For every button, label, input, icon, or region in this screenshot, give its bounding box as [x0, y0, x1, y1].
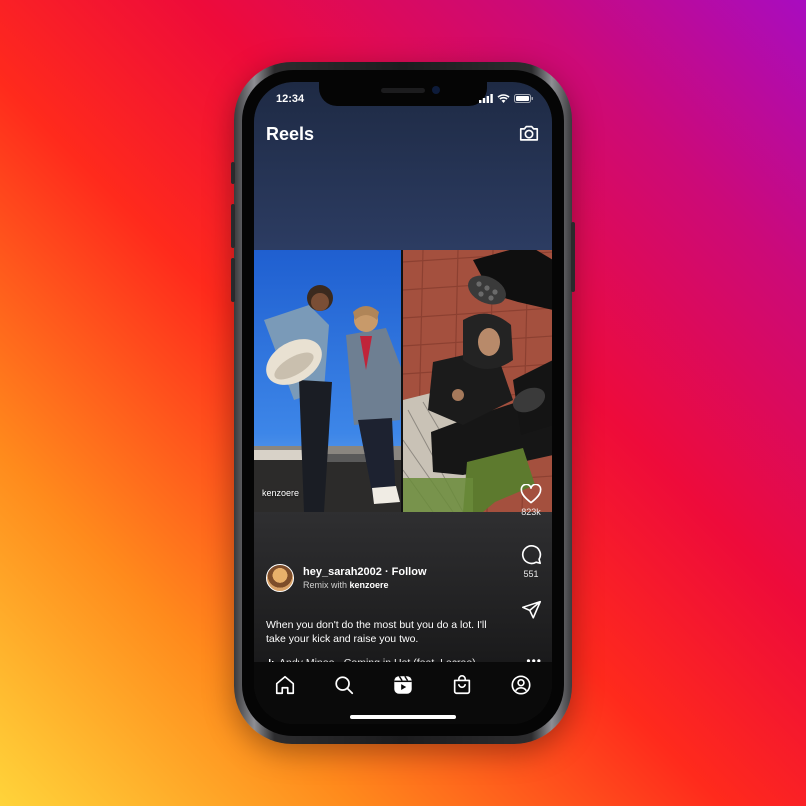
- phone-frame: 12:34 Reels kenzoere 823k 551 hey_sarah2…: [231, 62, 575, 744]
- remix-source-video[interactable]: kenzoere: [254, 250, 402, 512]
- remix-source-username[interactable]: kenzoere: [262, 488, 299, 498]
- shop-icon[interactable]: [451, 674, 473, 696]
- volume-up-button: [231, 204, 235, 248]
- likes-count: 823k: [521, 507, 541, 517]
- author-row: hey_sarah2002 · Follow Remix with kenzoe…: [266, 564, 427, 592]
- caption[interactable]: When you don't do the most but you do a …: [266, 618, 496, 646]
- share-action[interactable]: [518, 599, 544, 620]
- author-username-follow[interactable]: hey_sarah2002 · Follow: [303, 566, 427, 578]
- signal-icon: [479, 94, 493, 103]
- remix-credit: Remix with kenzoere: [303, 580, 427, 590]
- app-screen: 12:34 Reels kenzoere 823k 551 hey_sarah2…: [254, 82, 552, 724]
- share-icon[interactable]: [521, 599, 542, 620]
- comment-action[interactable]: 551: [518, 544, 544, 579]
- mute-switch: [231, 162, 235, 184]
- camera-icon[interactable]: [518, 122, 540, 144]
- front-camera: [432, 86, 440, 94]
- page-title: Reels: [266, 124, 315, 144]
- battery-icon: [514, 94, 533, 103]
- volume-down-button: [231, 258, 235, 302]
- bottom-navigation: [254, 662, 552, 724]
- reel-video[interactable]: kenzoere: [254, 250, 552, 512]
- status-icons: [479, 94, 534, 103]
- comments-count: 551: [523, 569, 539, 579]
- notch: [319, 82, 487, 106]
- header-background: [254, 82, 552, 250]
- remix-username[interactable]: kenzoere: [350, 580, 389, 590]
- comment-icon[interactable]: [520, 544, 542, 566]
- avatar[interactable]: [266, 564, 294, 592]
- speaker: [381, 88, 425, 93]
- response-photo: [403, 250, 552, 512]
- reels-icon[interactable]: [392, 674, 414, 696]
- source-photo: [254, 250, 402, 512]
- power-button: [571, 222, 575, 292]
- search-icon[interactable]: [333, 674, 355, 696]
- home-icon[interactable]: [274, 674, 296, 696]
- profile-icon[interactable]: [510, 674, 532, 696]
- like-action[interactable]: 823k: [518, 484, 544, 517]
- home-indicator[interactable]: [350, 715, 456, 719]
- wifi-icon: [497, 94, 510, 103]
- status-time: 12:34: [276, 93, 305, 105]
- heart-icon[interactable]: [520, 484, 542, 504]
- remix-response-video[interactable]: [403, 250, 552, 512]
- remix-prefix: Remix with: [303, 580, 348, 590]
